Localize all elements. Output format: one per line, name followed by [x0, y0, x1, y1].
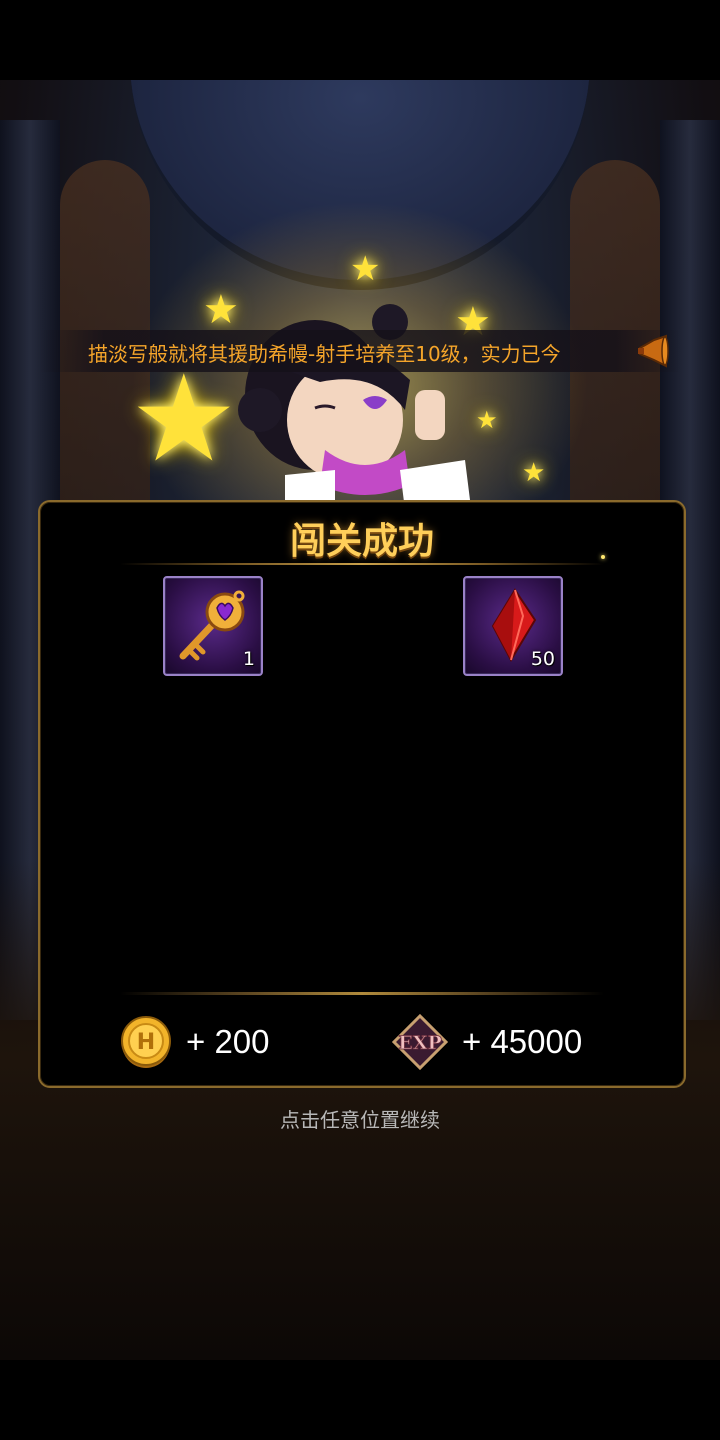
- rewards-divider: [120, 992, 604, 995]
- ticker-text: 描淡写般就将其援助希幔-射手培养至10级，实力已今: [88, 342, 561, 366]
- golden-key-icon: [179, 590, 245, 661]
- item-count: 1: [242, 648, 255, 670]
- top-status-bar: [0, 0, 720, 80]
- star-icon: ★: [522, 458, 546, 488]
- bottom-nav-bar: [0, 1360, 720, 1440]
- megaphone-icon[interactable]: [636, 334, 670, 368]
- reward-item-key[interactable]: 1: [163, 576, 263, 676]
- reward-exp: EXP + 45000: [392, 1012, 582, 1072]
- svg-text:EXP: EXP: [398, 1032, 442, 1054]
- star-icon: ★: [350, 249, 381, 289]
- announcement-ticker: 描淡写般就将其援助希幔-射手培养至10级，实力已今: [40, 330, 680, 372]
- reward-item-crystal[interactable]: 50: [463, 576, 563, 676]
- gold-coin-icon: H: [121, 1016, 171, 1068]
- panel-title: 闯关成功: [289, 520, 434, 562]
- exp-badge-icon: EXP: [392, 1014, 448, 1070]
- big-star-icon: ★: [130, 350, 238, 489]
- exp-amount: + 45000: [462, 1023, 583, 1060]
- continue-hint[interactable]: 点击任意位置继续: [0, 1104, 720, 1133]
- item-count: 50: [530, 648, 555, 670]
- svg-text:H: H: [137, 1030, 155, 1055]
- title-divider: [120, 563, 604, 565]
- result-panel: 闯关成功 1 50 H + 200 EXP + 45000: [38, 500, 686, 1088]
- reward-gold: H + 200: [120, 1012, 270, 1072]
- sparkle-icon: [601, 555, 605, 559]
- gold-amount: + 200: [186, 1023, 270, 1060]
